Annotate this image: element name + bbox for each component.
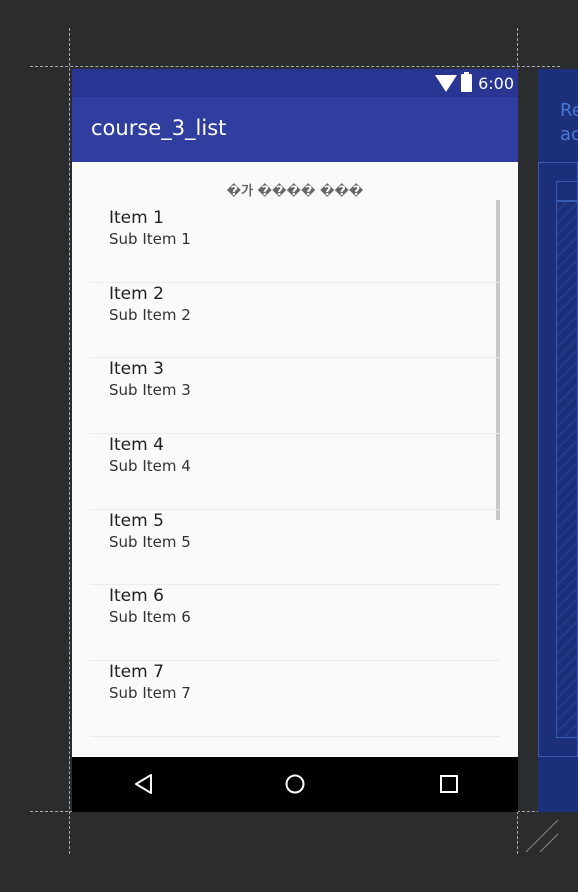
back-triangle-icon[interactable] [133,773,155,795]
item-subtitle: Sub Item 6 [109,608,191,627]
item-subtitle: Sub Item 7 [109,684,191,703]
recents-square-icon[interactable] [438,773,460,795]
item-title: Item 2 [109,283,164,304]
blueprint-header-outline [556,181,578,201]
blueprint-title: Re ac [560,100,578,145]
blueprint-list-outline [556,201,578,738]
status-time: 6:00 [478,73,514,93]
app-bar: course_3_list [72,97,518,162]
item-title: Item 7 [109,662,164,683]
item-subtitle: Sub Item 2 [109,305,191,324]
list-view[interactable]: �가 ���� ��� Item 1 Sub Item 1 Item 2 Sub… [72,162,518,757]
guide-line-left [69,28,70,854]
list-item[interactable]: Item 4 Sub Item 4 [90,434,500,510]
item-subtitle: Sub Item 4 [109,457,191,476]
item-subtitle: Sub Item 5 [109,532,191,551]
item-title: Item 5 [109,510,164,531]
list-item[interactable]: Item 5 Sub Item 5 [90,510,500,586]
guide-line-top [30,66,560,67]
battery-icon [461,72,473,92]
app-title: course_3_list [91,116,227,140]
item-subtitle: Sub Item 1 [109,230,191,248]
item-list: Item 1 Sub Item 1 Item 2 Sub Item 2 Item… [90,207,500,737]
list-item[interactable]: Item 7 Sub Item 7 [90,661,500,737]
phone-preview: 6:00 course_3_list �가 ���� ��� Item 1 Su… [72,69,518,812]
home-circle-icon[interactable] [284,773,306,795]
wifi-icon [435,74,458,92]
navigation-bar [72,757,518,812]
list-item[interactable]: Item 3 Sub Item 3 [90,358,500,435]
status-bar: 6:00 [72,69,518,97]
item-title: Item 3 [109,359,164,380]
item-title: Item 1 [109,208,164,228]
list-item[interactable]: Item 2 Sub Item 2 [90,283,500,359]
list-item[interactable]: Item 1 Sub Item 1 [90,207,500,283]
item-subtitle: Sub Item 3 [109,381,191,400]
list-header: �가 ���� ��� [226,184,364,199]
item-title: Item 4 [109,435,164,456]
blueprint-preview: Re ac [538,69,578,812]
resize-handle-icon[interactable] [524,818,560,854]
item-title: Item 6 [109,586,164,607]
list-item[interactable]: Item 6 Sub Item 6 [90,585,500,662]
